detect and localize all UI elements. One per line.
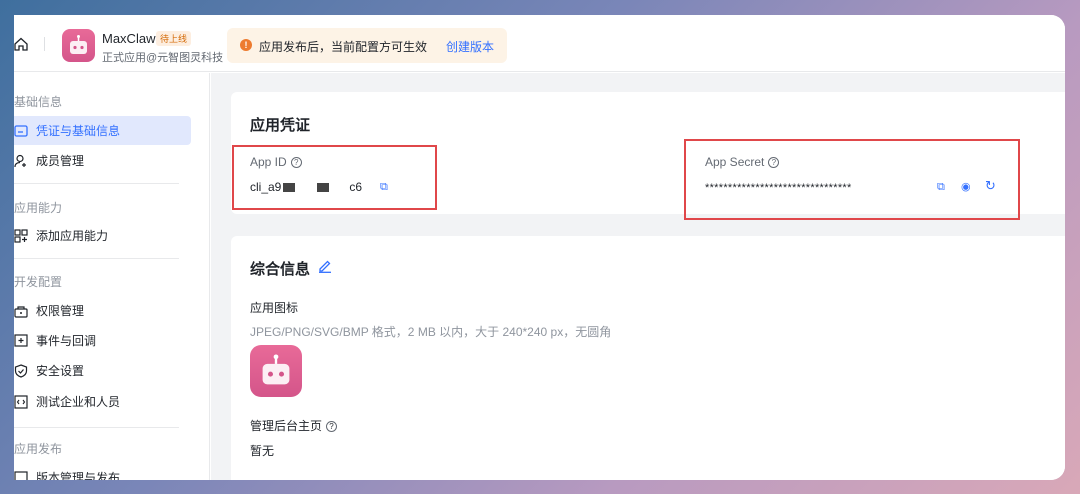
general-info-card: 综合信息 应用图标 JPEG/PNG/SVG/BMP 格式，2 MB 以内，大于… (231, 236, 1065, 480)
sidebar-item-label: 凭证与基础信息 (36, 124, 121, 138)
publish-notice: ! 应用发布后，当前配置方可生效 创建版本 (227, 28, 507, 63)
divider (14, 427, 179, 428)
section-title: 应用凭证 (250, 117, 311, 134)
app-icon-hint: JPEG/PNG/SVG/BMP 格式，2 MB 以内，大于 240*240 p… (250, 325, 612, 339)
edit-icon[interactable] (318, 259, 332, 273)
create-version-link[interactable]: 创建版本 (446, 38, 494, 55)
sidebar-item-label: 成员管理 (36, 154, 85, 168)
notice-text: 应用发布后，当前配置方可生效 (259, 40, 428, 54)
app-icon-label: 应用图标 (250, 301, 299, 315)
app-subtitle: 正式应用@元智图灵科技 (102, 52, 224, 64)
sidebar-item-credentials[interactable]: 凭证与基础信息 (14, 116, 191, 145)
sidebar-item-members[interactable]: 成员管理 (14, 146, 191, 175)
shield-icon (14, 363, 28, 378)
divider (14, 258, 179, 259)
help-icon[interactable]: ? (326, 421, 338, 433)
sidebar: 基础信息 凭证与基础信息 成员管理 应用能力 添加应用能力 开发配置 权限管理 … (14, 73, 210, 480)
sidebar-item-label: 事件与回调 (36, 334, 97, 348)
home-icon[interactable] (14, 37, 28, 51)
version-icon (14, 470, 28, 480)
sidebar-item-label: 版本管理与发布 (36, 471, 121, 480)
divider (14, 183, 179, 184)
event-icon (14, 333, 28, 347)
id-card-icon (14, 124, 28, 137)
app-name: MaxClaw (102, 31, 156, 46)
sidebar-item-label: 安全设置 (36, 364, 85, 378)
sidebar-group-title: 开发配置 (14, 275, 63, 289)
homepage-label: 管理后台主页 (250, 419, 323, 433)
header: MaxClaw 待上线 正式应用@元智图灵科技 ! 应用发布后，当前配置方可生效… (14, 15, 1065, 72)
sidebar-item-label: 添加应用能力 (36, 229, 109, 243)
highlight-box (232, 145, 437, 210)
code-icon (14, 394, 28, 409)
sidebar-item-events[interactable]: 事件与回调 (14, 326, 191, 355)
app-icon-preview[interactable] (250, 345, 302, 397)
sidebar-item-security[interactable]: 安全设置 (14, 356, 191, 385)
sidebar-group-title: 基础信息 (14, 95, 63, 109)
apps-add-icon (14, 228, 28, 243)
section-title: 综合信息 (250, 261, 311, 278)
warning-icon: ! (240, 39, 252, 51)
sidebar-item-add-capability[interactable]: 添加应用能力 (14, 221, 191, 250)
app-window: MaxClaw 待上线 正式应用@元智图灵科技 ! 应用发布后，当前配置方可生效… (14, 15, 1065, 480)
status-badge: 待上线 (156, 31, 192, 46)
homepage-value: 暂无 (250, 444, 275, 458)
sidebar-item-versions[interactable]: 版本管理与发布 (14, 463, 191, 480)
user-add-icon (14, 154, 26, 167)
sidebar-group-title: 应用能力 (14, 201, 63, 215)
main-content: 应用凭证 App ID? cli_a9 c6 ⧉ App Secret? ****… (211, 73, 1065, 480)
lock-icon (14, 305, 28, 318)
sidebar-item-label: 测试企业和人员 (36, 395, 121, 409)
highlight-box (684, 139, 1020, 220)
sidebar-group-title: 应用发布 (14, 442, 63, 456)
divider (44, 37, 45, 51)
sidebar-item-permissions[interactable]: 权限管理 (14, 296, 191, 325)
app-logo (62, 29, 95, 62)
sidebar-item-test-tenants[interactable]: 测试企业和人员 (14, 387, 191, 416)
sidebar-item-label: 权限管理 (36, 304, 85, 318)
